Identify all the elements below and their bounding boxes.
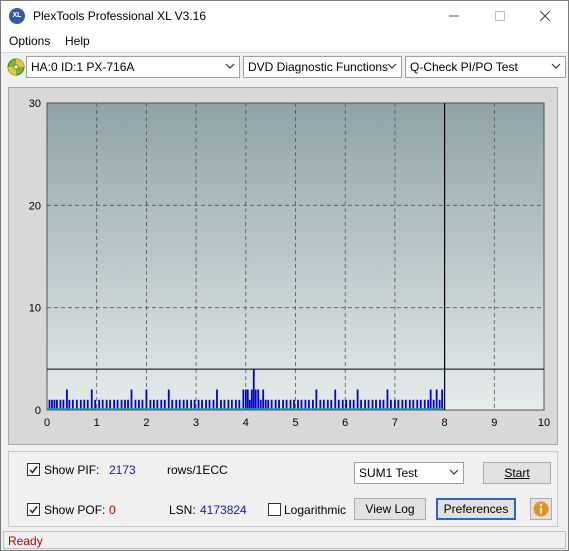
x-tick-label: 8	[442, 417, 448, 429]
chevron-down-icon	[551, 63, 561, 69]
lsn-value: 4173824	[200, 503, 247, 517]
checkmark-icon	[29, 466, 38, 474]
x-tick-label: 1	[94, 417, 100, 429]
view-log-label: View Log	[365, 502, 415, 516]
x-tick-label: 0	[44, 417, 50, 429]
menu-help-label: Help	[65, 34, 90, 48]
app-logo-icon: XL	[9, 8, 25, 24]
chevron-down-icon	[225, 63, 235, 69]
chevron-down-icon	[449, 469, 459, 475]
status-bar: Ready	[3, 531, 566, 549]
drive-select-value: HA:0 ID:1 PX-716A	[31, 60, 135, 74]
info-icon	[533, 501, 549, 517]
menu-options[interactable]: Options	[9, 34, 50, 48]
test-select-value: Q-Check PI/PO Test	[410, 60, 518, 74]
y-tick-label: 30	[29, 98, 41, 110]
start-button[interactable]: Start	[483, 462, 551, 484]
y-axis-ticks: 0 10 20 30	[29, 98, 41, 417]
pif-bar	[242, 389, 245, 410]
y-tick-label: 0	[35, 405, 41, 417]
x-tick-label: 9	[491, 417, 497, 429]
pif-bar	[130, 389, 133, 410]
x-tick-label: 4	[243, 417, 249, 429]
pif-bar	[90, 389, 93, 410]
pif-bar	[435, 389, 438, 410]
function-select[interactable]: DVD Diagnostic Functions	[243, 56, 402, 78]
menu-options-label: Options	[9, 34, 51, 48]
minimize-button[interactable]	[431, 1, 477, 31]
maximize-icon	[495, 11, 505, 21]
pif-bar	[246, 389, 249, 410]
x-tick-label: 3	[193, 417, 199, 429]
logarithmic-label: Logarithmic	[284, 503, 347, 517]
pof-value: 0	[109, 503, 116, 517]
x-tick-label: 10	[538, 417, 550, 429]
start-button-label: Start	[504, 466, 530, 480]
pif-bar	[244, 389, 247, 410]
checkmark-icon	[29, 506, 38, 514]
pif-bar	[252, 369, 255, 410]
pif-bar	[257, 389, 260, 410]
x-tick-label: 6	[342, 417, 348, 429]
drive-select[interactable]: HA:0 ID:1 PX-716A	[26, 56, 240, 78]
test-select[interactable]: Q-Check PI/PO Test	[405, 56, 566, 78]
y-tick-label: 20	[29, 200, 41, 212]
pif-bar	[167, 389, 170, 410]
pif-bar	[65, 389, 68, 410]
pif-bar	[216, 389, 218, 410]
view-log-button[interactable]: View Log	[354, 498, 426, 520]
chart-panel: 0 10 20 30 0 1 2 3 4 5 6 7 8 9 10	[8, 87, 558, 445]
toolbar: HA:0 ID:1 PX-716A DVD Diagnostic Functio…	[1, 53, 568, 81]
pif-bar	[145, 389, 148, 410]
menu-bar: Options Help	[1, 31, 568, 53]
show-pof-checkbox[interactable]	[27, 503, 40, 516]
preferences-button[interactable]: Preferences	[436, 498, 516, 520]
pif-bar	[315, 389, 318, 410]
pif-bar	[356, 389, 359, 410]
chevron-down-icon	[387, 63, 397, 69]
close-button[interactable]	[522, 1, 568, 31]
pi-chart: 0 10 20 30 0 1 2 3 4 5 6 7 8 9 10	[29, 98, 550, 429]
pif-bar	[386, 389, 389, 410]
title-bar: XL PlexTools Professional XL V3.16	[1, 1, 568, 31]
window-title: PlexTools Professional XL V3.16	[33, 9, 206, 23]
menu-help[interactable]: Help	[65, 34, 90, 48]
maximize-button[interactable]	[477, 1, 523, 31]
show-pif-checkbox[interactable]	[27, 463, 40, 476]
close-icon	[540, 11, 550, 21]
logarithmic-checkbox[interactable]	[268, 503, 281, 516]
disc-icon	[7, 58, 25, 76]
main-window: XL PlexTools Professional XL V3.16 Optio…	[0, 0, 569, 551]
function-select-value: DVD Diagnostic Functions	[248, 60, 389, 74]
pif-bar	[429, 389, 432, 410]
x-axis-ticks: 0 1 2 3 4 5 6 7 8 9 10	[44, 417, 550, 429]
x-tick-label: 2	[143, 417, 149, 429]
info-button[interactable]	[530, 498, 552, 520]
lsn-label: LSN:	[169, 503, 196, 517]
test-mode-select[interactable]: SUM1 Test	[354, 462, 464, 484]
y-tick-label: 10	[29, 303, 41, 315]
pif-bar	[262, 389, 265, 410]
pif-bar	[254, 389, 257, 410]
controls-panel: Show PIF: 2173 rows/1ECC SUM1 Test Start…	[8, 451, 558, 527]
pif-value: 2173	[109, 463, 136, 477]
minimize-icon	[449, 15, 459, 17]
test-mode-value: SUM1 Test	[359, 466, 418, 480]
pif-bar	[334, 389, 337, 410]
show-pof-label: Show POF:	[44, 503, 106, 517]
x-tick-label: 5	[292, 417, 298, 429]
status-text: Ready	[8, 534, 43, 548]
preferences-label: Preferences	[443, 502, 509, 516]
show-pif-label: Show PIF:	[44, 463, 100, 477]
x-tick-label: 7	[392, 417, 398, 429]
pif-bar	[250, 389, 253, 410]
pif-unit: rows/1ECC	[167, 463, 228, 477]
pif-bar	[441, 389, 444, 410]
